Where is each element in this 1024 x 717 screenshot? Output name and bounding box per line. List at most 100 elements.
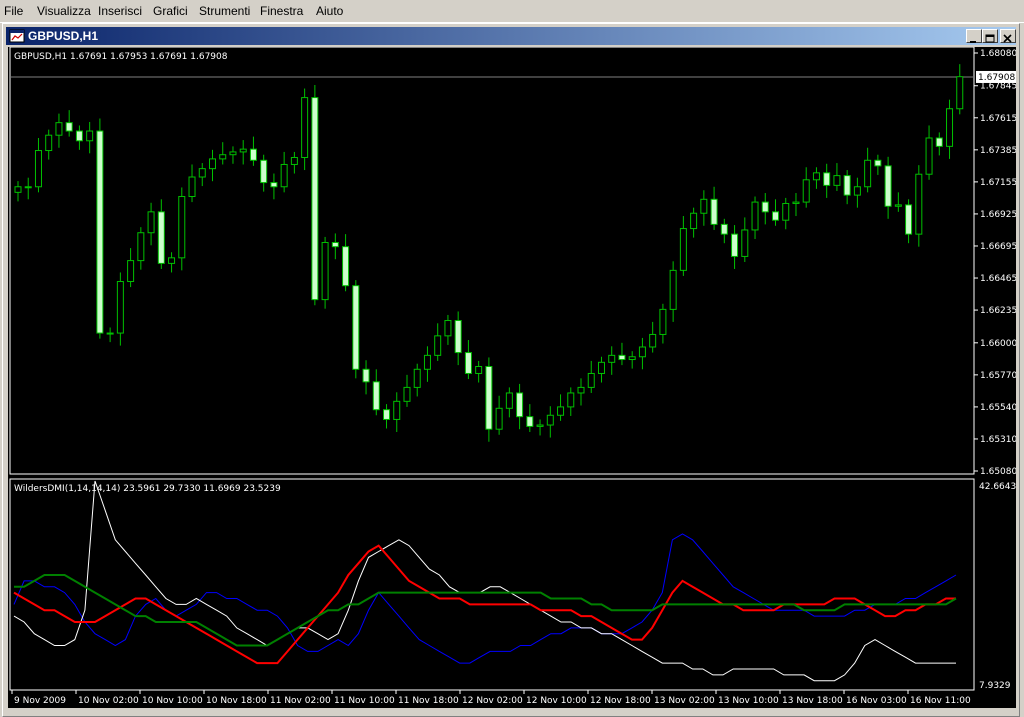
- candle-body: [34, 150, 42, 188]
- time-tick-label: 13 Nov 18:00: [782, 696, 843, 706]
- chart-canvas[interactable]: 1.68080 1.67845 1.67615 1.67385 1.67155 1.669…: [8, 46, 1017, 708]
- candle-body: [270, 182, 278, 188]
- candle-body: [434, 335, 442, 356]
- window-titlebar[interactable]: GBPUSD,H1: [6, 27, 1016, 45]
- menu-finestra[interactable]: Finestra: [260, 4, 303, 18]
- chart-window-icon: [9, 29, 25, 43]
- time-axis: 9 Nov 2009 10 Nov 02:00 10 Nov 10:00 10 Nov…: [11, 690, 971, 706]
- menu-file[interactable]: File: [4, 4, 23, 18]
- price-tick-label: 1.65770: [980, 371, 1016, 381]
- candle-body: [782, 202, 790, 221]
- time-tick-label: 10 Nov 18:00: [206, 696, 267, 706]
- price-tick-label: 1.65080: [980, 467, 1016, 477]
- candle-body: [720, 223, 728, 235]
- candle-body: [710, 198, 718, 225]
- candle-body: [679, 228, 687, 271]
- candle-body: [587, 372, 595, 388]
- adx-line: [13, 544, 956, 665]
- candle-body: [362, 368, 370, 383]
- indicator-panel-header: WildersDMI(1,14,14,14) 23.5961 29.7330 1…: [14, 484, 281, 494]
- price-tick-label: 1.66235: [980, 306, 1016, 316]
- price-tick-label: 1.65540: [980, 403, 1016, 413]
- time-tick-label: 11 Nov 18:00: [398, 696, 459, 706]
- candle-body: [86, 130, 94, 142]
- indicator-ymin-label: 7.9329: [979, 681, 1011, 691]
- time-tick-label: 12 Nov 02:00: [462, 696, 523, 706]
- close-icon: [1003, 34, 1012, 43]
- candle-body: [526, 416, 534, 427]
- window-title: GBPUSD,H1: [28, 29, 99, 43]
- candle-body: [321, 241, 329, 301]
- current-price-text: 1.67908: [978, 73, 1015, 83]
- maximize-icon: [985, 34, 995, 43]
- candle-body: [557, 406, 565, 416]
- candle-body: [597, 361, 605, 374]
- menu-strumenti[interactable]: Strumenti: [199, 4, 250, 18]
- candle-body: [495, 407, 503, 430]
- candle-body: [833, 175, 841, 186]
- time-tick-label: 11 Nov 02:00: [270, 696, 331, 706]
- menu-grafici[interactable]: Grafici: [153, 4, 188, 18]
- menu-inserisci[interactable]: Inserisci: [98, 4, 142, 18]
- candle-body: [731, 233, 739, 257]
- time-tick-label: 10 Nov 02:00: [78, 696, 139, 706]
- candle-body: [127, 260, 135, 283]
- time-tick-label: 12 Nov 18:00: [590, 696, 651, 706]
- candle-body: [853, 186, 861, 196]
- candle-body: [14, 186, 22, 193]
- candle-body: [772, 211, 780, 221]
- candle-body: [372, 381, 380, 411]
- candle-body: [331, 241, 339, 248]
- candle-body: [188, 176, 196, 198]
- candle-body: [935, 137, 943, 147]
- minimize-button[interactable]: [966, 29, 982, 43]
- close-button[interactable]: [1000, 29, 1016, 43]
- candle-body: [823, 172, 831, 186]
- candle-body: [485, 366, 493, 430]
- candle-body: [178, 196, 186, 259]
- candle-body: [915, 173, 923, 235]
- minimize-icon: [970, 41, 976, 43]
- price-tick-label: 1.66465: [980, 274, 1016, 284]
- candle-body: [536, 424, 544, 427]
- candle-body: [403, 386, 411, 402]
- chart-area[interactable]: 1.68080 1.67845 1.67615 1.67385 1.67155 1.669…: [8, 46, 1017, 708]
- time-tick-label: 16 Nov 03:00: [846, 696, 907, 706]
- candle-body: [608, 354, 616, 363]
- time-tick-label: 16 Nov 11:00: [910, 696, 971, 706]
- candle-body: [301, 97, 309, 158]
- candle-body: [925, 137, 933, 175]
- candle-body: [249, 148, 257, 161]
- candle-body: [147, 211, 155, 234]
- candle-body: [751, 201, 759, 231]
- maximize-button[interactable]: [982, 29, 998, 43]
- candle-body: [423, 354, 431, 370]
- candle-body: [669, 269, 677, 310]
- candle-body: [792, 201, 800, 204]
- time-tick-label: 13 Nov 02:00: [654, 696, 715, 706]
- candle-body: [137, 232, 145, 262]
- candle-body: [946, 108, 954, 147]
- price-tick-label: 1.67385: [980, 146, 1016, 156]
- candle-body: [761, 201, 769, 213]
- indicator-ymax-label: 42.6643: [979, 482, 1016, 492]
- time-tick-label: 11 Nov 10:00: [334, 696, 395, 706]
- candle-body: [106, 332, 114, 335]
- price-tick-label: 1.66000: [980, 339, 1016, 349]
- candle-body: [393, 400, 401, 420]
- candle-body: [741, 229, 749, 257]
- price-axis: 1.68080 1.67845 1.67615 1.67385 1.67155 1.669…: [974, 49, 1017, 477]
- candle-body: [342, 246, 350, 287]
- menu-aiuto[interactable]: Aiuto: [316, 4, 343, 18]
- candle-body: [24, 186, 32, 189]
- price-tick-label: 1.68080: [980, 49, 1016, 59]
- candle-body: [690, 212, 698, 230]
- candle-body: [618, 354, 626, 361]
- price-panel-header: GBPUSD,H1 1.67691 1.67953 1.67691 1.6790…: [14, 52, 228, 62]
- candle-body: [884, 165, 892, 207]
- time-tick-label: 12 Nov 10:00: [526, 696, 587, 706]
- candle-body: [567, 392, 575, 408]
- menu-visualizza[interactable]: Visualizza: [37, 4, 91, 18]
- price-tick-label: 1.65310: [980, 435, 1016, 445]
- candle-body: [444, 320, 452, 337]
